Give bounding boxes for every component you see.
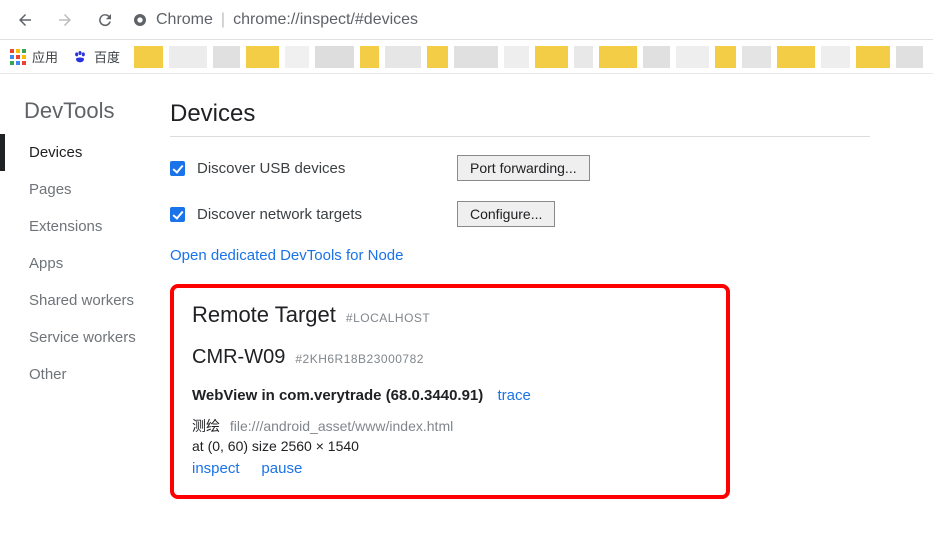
device-name: CMR-W09 — [192, 346, 285, 369]
reload-icon — [96, 11, 114, 29]
arrow-left-icon — [16, 11, 34, 29]
arrow-right-icon — [56, 11, 74, 29]
discover-usb-row: Discover USB devices Port forwarding... — [170, 155, 870, 181]
page-title: Devices — [170, 100, 870, 128]
device-id: #2KH6R18B23000782 — [295, 352, 424, 366]
remote-page-url: file:///android_asset/www/index.html — [230, 418, 453, 434]
baidu-icon — [72, 49, 88, 65]
sidebar-item-other[interactable]: Other — [0, 356, 170, 393]
configure-button[interactable]: Configure... — [457, 201, 555, 227]
address-path: chrome://inspect/#devices — [233, 11, 418, 29]
sidebar-item-apps[interactable]: Apps — [0, 245, 170, 282]
baidu-bookmark-label: 百度 — [94, 47, 120, 66]
remote-target-box: Remote Target #LOCALHOST CMR-W09 #2KH6R1… — [170, 284, 730, 499]
discover-network-row: Discover network targets Configure... — [170, 201, 870, 227]
content: Devices Discover USB devices Port forwar… — [170, 84, 890, 499]
remote-target-title-text: Remote Target — [192, 302, 336, 328]
device-line: CMR-W09 #2KH6R18B23000782 — [192, 346, 708, 369]
discover-usb-checkbox[interactable] — [170, 161, 185, 176]
position-size-line: at (0, 60) size 2560 × 1540 — [192, 438, 708, 454]
discover-usb-label: Discover USB devices — [197, 160, 457, 177]
open-node-devtools-link[interactable]: Open dedicated DevTools for Node — [170, 247, 403, 264]
remote-page-title: 测绘 — [192, 418, 220, 434]
forward-button[interactable] — [48, 5, 82, 35]
address-separator: | — [221, 11, 225, 29]
reload-button[interactable] — [88, 5, 122, 35]
sidebar-item-service-workers[interactable]: Service workers — [0, 319, 170, 356]
discover-network-checkbox[interactable] — [170, 207, 185, 222]
trace-link[interactable]: trace — [497, 387, 530, 404]
webview-line: WebView in com.verytrade (68.0.3440.91) … — [192, 387, 708, 404]
page-file-line: 测绘 file:///android_asset/www/index.html — [192, 416, 708, 436]
discover-network-label: Discover network targets — [197, 206, 457, 223]
chrome-site-icon — [132, 12, 148, 28]
apps-icon — [10, 49, 26, 65]
bookmarks-bar: 应用 百度 — [0, 40, 933, 74]
bookmarks-overflow-blur — [134, 46, 923, 68]
sidebar-item-pages[interactable]: Pages — [0, 171, 170, 208]
page-body: DevTools Devices Pages Extensions Apps S… — [0, 74, 933, 529]
divider — [170, 136, 870, 137]
remote-target-title: Remote Target #LOCALHOST — [192, 302, 708, 328]
baidu-bookmark[interactable]: 百度 — [72, 47, 120, 66]
inspect-link[interactable]: inspect — [192, 460, 240, 477]
sidebar-item-extensions[interactable]: Extensions — [0, 208, 170, 245]
sidebar-title: DevTools — [0, 98, 170, 134]
sidebar: DevTools Devices Pages Extensions Apps S… — [0, 84, 170, 499]
remote-target-tag: #LOCALHOST — [346, 311, 430, 325]
browser-toolbar: Chrome | chrome://inspect/#devices — [0, 0, 933, 40]
sidebar-item-devices[interactable]: Devices — [0, 134, 170, 171]
sidebar-item-shared-workers[interactable]: Shared workers — [0, 282, 170, 319]
apps-bookmark[interactable]: 应用 — [10, 47, 58, 66]
port-forwarding-button[interactable]: Port forwarding... — [457, 155, 590, 181]
address-bar[interactable]: Chrome | chrome://inspect/#devices — [132, 11, 418, 29]
pause-link[interactable]: pause — [261, 460, 302, 477]
remote-actions: inspect pause — [192, 460, 708, 477]
back-button[interactable] — [8, 5, 42, 35]
apps-bookmark-label: 应用 — [32, 47, 58, 66]
webview-label: WebView in com.verytrade (68.0.3440.91) — [192, 387, 483, 404]
address-protocol: Chrome — [156, 11, 213, 29]
